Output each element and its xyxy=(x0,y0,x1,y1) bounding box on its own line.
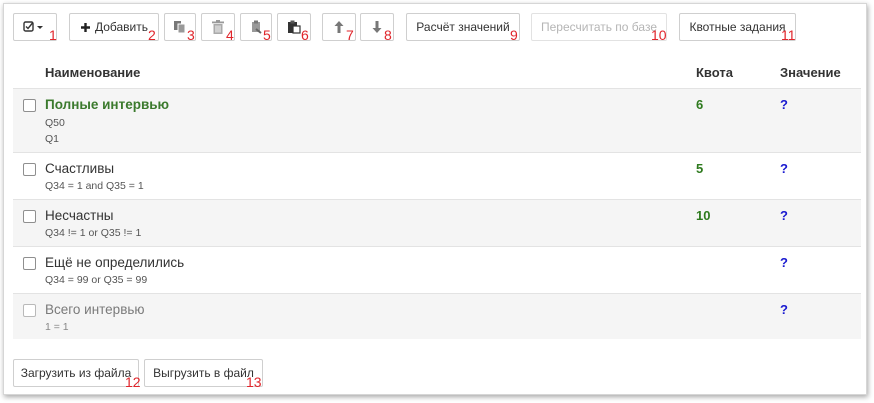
row-condition: Q1 xyxy=(45,133,60,145)
row-quota: 6 xyxy=(696,97,704,112)
row-checkbox[interactable] xyxy=(23,257,36,270)
row-checkbox[interactable] xyxy=(23,163,36,176)
table-row[interactable]: Полные интервью Q50 Q1 6 ? xyxy=(13,88,861,152)
row-value: ? xyxy=(780,97,788,112)
row-value: ? xyxy=(780,208,788,223)
row-name: Ещё не определились xyxy=(45,255,185,270)
column-header-quota: Квота xyxy=(696,65,733,80)
row-checkbox[interactable] xyxy=(23,99,36,112)
table-row[interactable]: Ещё не определились Q34 = 99 or Q35 = 99… xyxy=(13,246,861,293)
arrow-up-icon xyxy=(334,21,344,33)
callout-5: 5 xyxy=(263,27,271,43)
checkbox-check-icon xyxy=(23,21,43,32)
callout-13: 13 xyxy=(246,374,262,390)
callout-6: 6 xyxy=(301,27,309,43)
row-condition: Q34 != 1 or Q35 != 1 xyxy=(45,227,142,239)
copy-icon xyxy=(174,21,186,34)
callout-9: 9 xyxy=(510,27,518,43)
column-header-value: Значение xyxy=(780,65,841,80)
quota-tasks-button[interactable]: Квотные задания xyxy=(679,13,796,41)
callout-1: 1 xyxy=(49,27,57,43)
recalc-by-base-label: Пересчитать по базе xyxy=(540,20,657,34)
row-name: Всего интервью xyxy=(45,302,145,317)
row-name: Счастливы xyxy=(45,161,115,176)
callout-8: 8 xyxy=(384,27,392,43)
callout-3: 3 xyxy=(187,27,195,43)
row-condition: Q50 xyxy=(45,117,65,129)
callout-12: 12 xyxy=(125,374,141,390)
recalc-by-base-button[interactable]: Пересчитать по базе xyxy=(531,13,667,41)
callout-10: 10 xyxy=(651,27,667,43)
callout-11: 11 xyxy=(781,27,796,43)
row-quota: 5 xyxy=(696,161,704,176)
table-row[interactable]: Всего интервью 1 = 1 ? xyxy=(13,293,861,339)
callout-2: 2 xyxy=(148,27,156,43)
plus-icon xyxy=(80,22,90,32)
table-row[interactable]: Счастливы Q34 = 1 and Q35 = 1 5 ? xyxy=(13,152,861,199)
row-checkbox[interactable] xyxy=(23,210,36,223)
add-button-label: Добавить xyxy=(94,20,149,34)
row-value: ? xyxy=(780,302,788,317)
load-from-file-button[interactable]: Загрузить из файла xyxy=(13,359,139,387)
row-condition: Q34 = 99 or Q35 = 99 xyxy=(45,274,148,286)
quota-tasks-label: Квотные задания xyxy=(689,20,786,34)
callout-4: 4 xyxy=(226,27,234,43)
column-header-name: Наименование xyxy=(45,65,141,80)
row-condition: Q34 = 1 and Q35 = 1 xyxy=(45,180,144,192)
load-from-file-label: Загрузить из файла xyxy=(20,366,132,380)
callout-7: 7 xyxy=(346,27,354,43)
row-checkbox[interactable] xyxy=(23,304,36,317)
row-condition: 1 = 1 xyxy=(45,321,69,333)
row-value: ? xyxy=(780,161,788,176)
export-to-file-label: Выгрузить в файл xyxy=(153,366,254,380)
calc-values-label: Расчёт значений xyxy=(416,20,510,34)
table-row[interactable]: Несчастны Q34 != 1 or Q35 != 1 10 ? xyxy=(13,199,861,246)
row-name: Полные интервью xyxy=(45,97,170,112)
trash-icon xyxy=(212,20,224,34)
row-quota: 10 xyxy=(696,208,711,223)
row-name: Несчастны xyxy=(45,208,114,223)
add-button[interactable]: Добавить xyxy=(69,13,159,41)
clipboard-remove-icon xyxy=(252,20,262,34)
row-value: ? xyxy=(780,255,788,270)
paste-icon xyxy=(288,20,301,34)
arrow-down-icon xyxy=(372,21,382,33)
calc-values-button[interactable]: Расчёт значений xyxy=(406,13,520,41)
